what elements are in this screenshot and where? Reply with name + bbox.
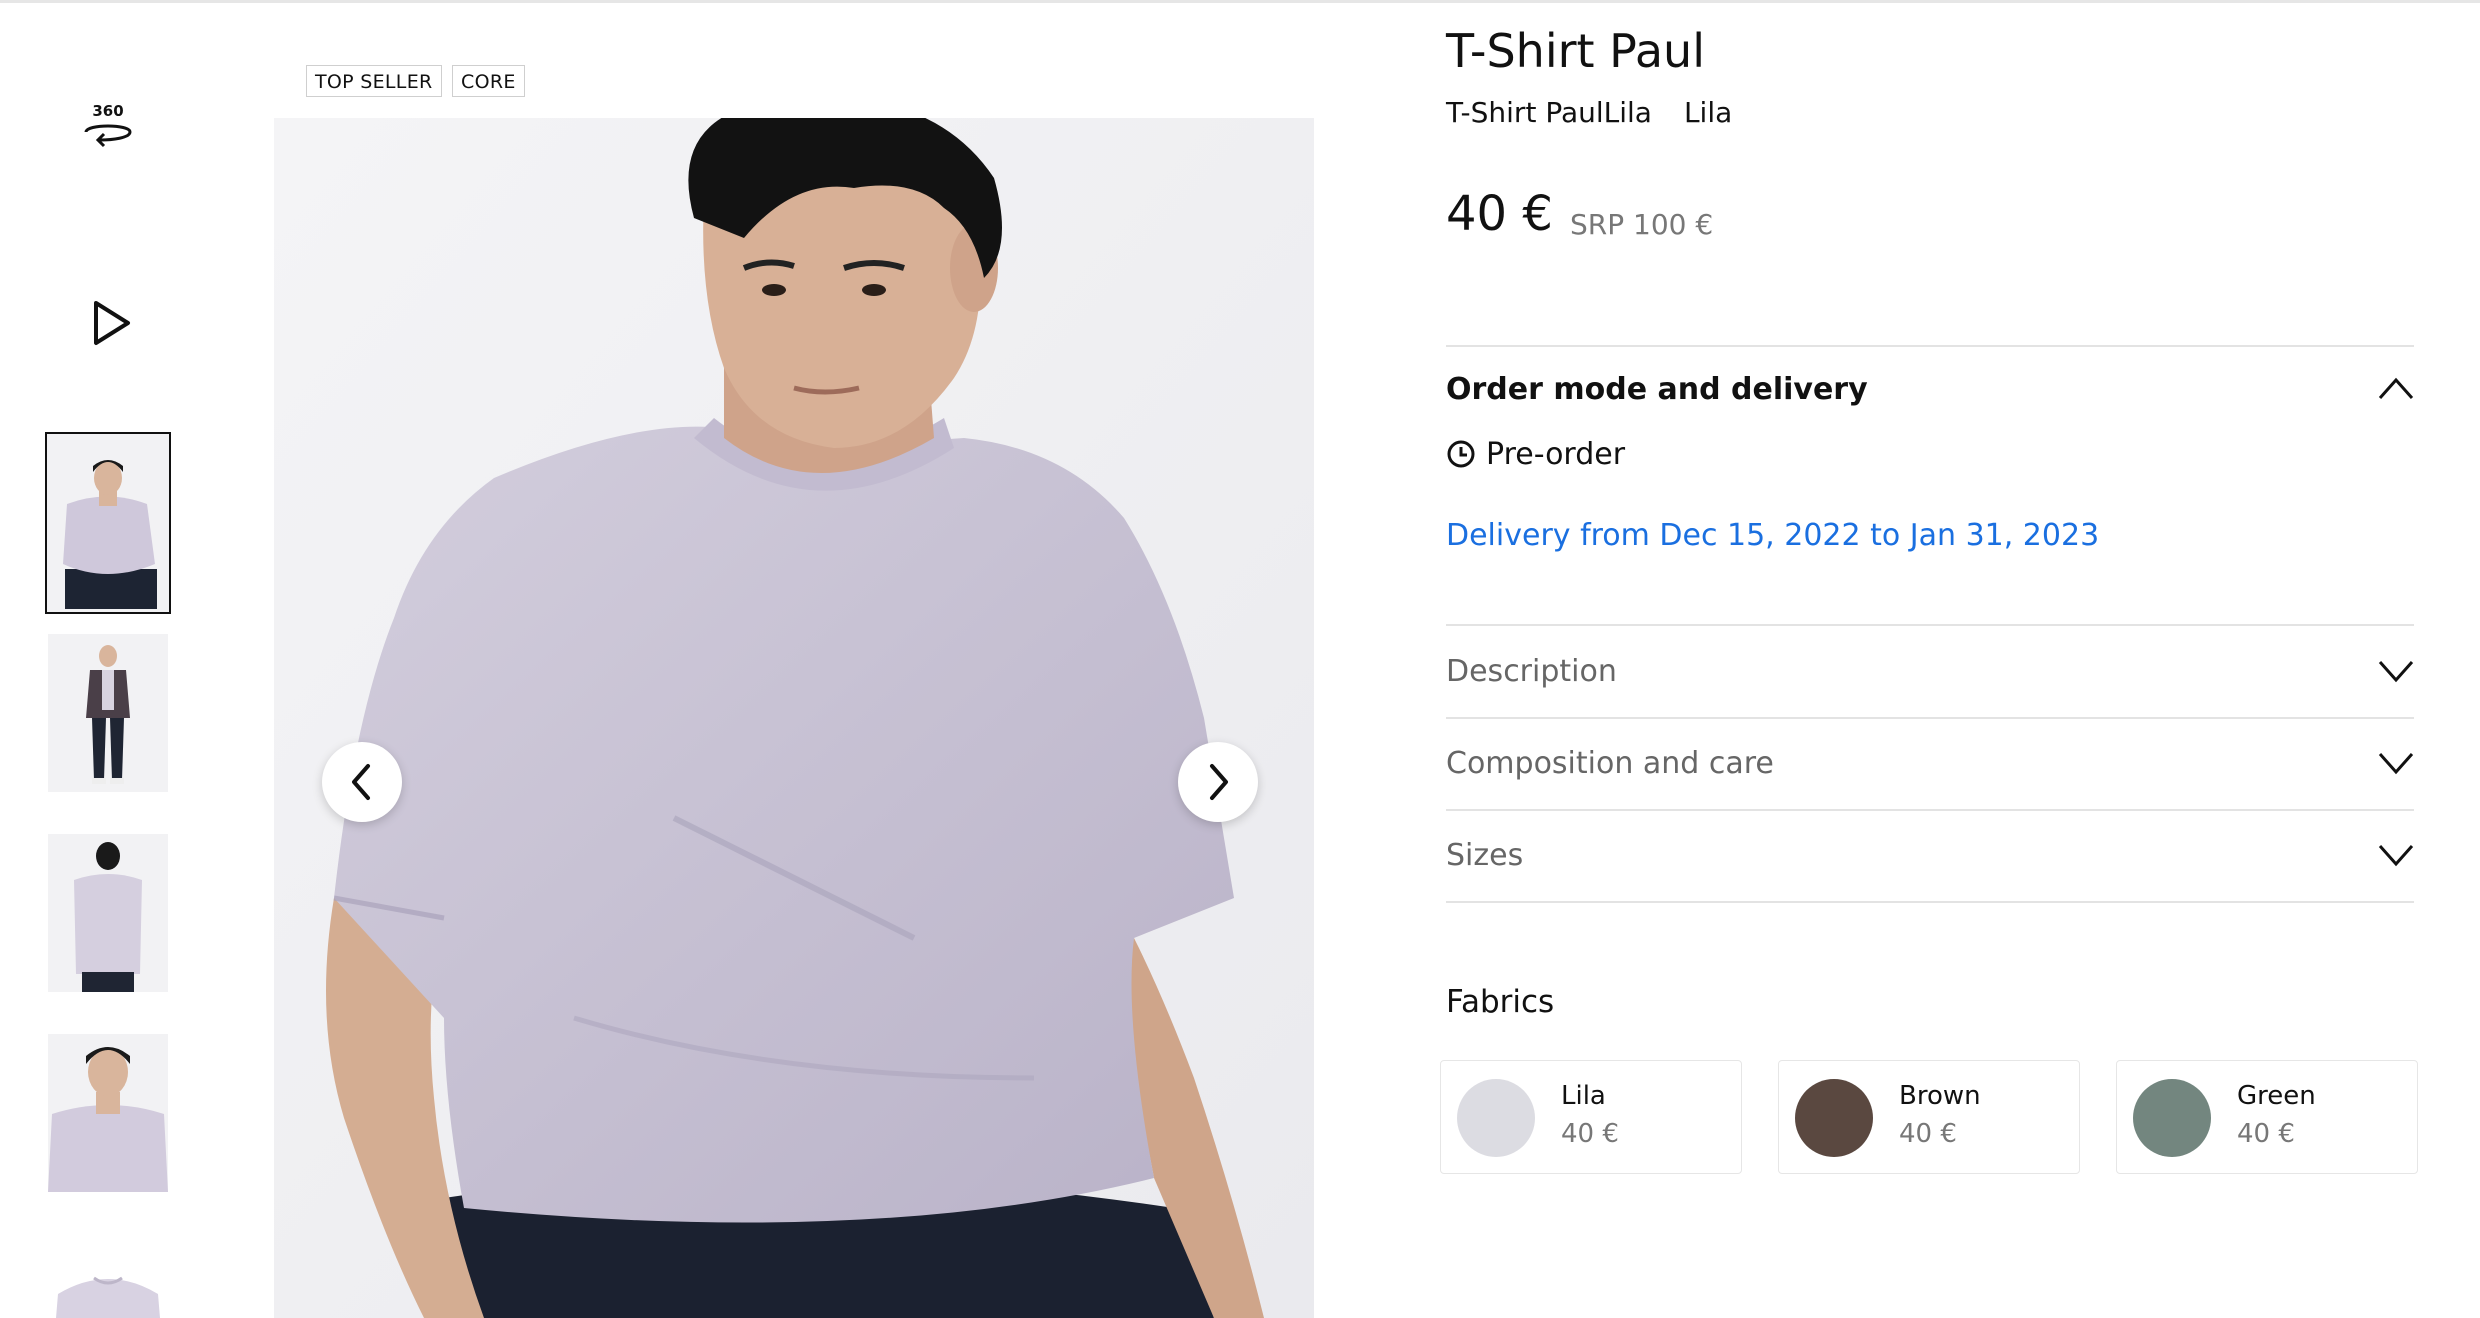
product-srp: SRP 100 € <box>1570 208 1714 241</box>
chevron-right-icon <box>1210 764 1228 800</box>
chevron-left-icon <box>352 764 370 800</box>
accordion-order-mode-title: Order mode and delivery <box>1446 372 1868 407</box>
product-subtitle-name: T-Shirt PaulLila <box>1446 96 1652 129</box>
badge-top-seller: TOP SELLER <box>306 65 442 97</box>
fabric-option-green[interactable]: Green 40 € <box>2116 1060 2418 1174</box>
accordion-composition-care-title: Composition and care <box>1446 746 1774 781</box>
fabric-price: 40 € <box>1561 1119 1619 1149</box>
fabric-swatch <box>1795 1079 1873 1157</box>
accordion-composition-care[interactable]: Composition and care <box>1446 738 2414 786</box>
divider <box>1446 809 2414 811</box>
play-video-button[interactable] <box>86 296 138 350</box>
product-subtitle-color: Lila <box>1683 96 1733 129</box>
order-mode: Pre-order <box>1446 434 1625 474</box>
chevron-down-icon <box>2378 661 2414 683</box>
accordion-sizes[interactable]: Sizes <box>1446 830 2414 878</box>
accordion-order-mode[interactable]: Order mode and delivery <box>1446 364 2414 412</box>
product-price: 40 € <box>1446 186 1553 242</box>
badge-core: CORE <box>452 65 525 97</box>
divider <box>1446 624 2414 626</box>
delivery-window-link[interactable]: Delivery from Dec 15, 2022 to Jan 31, 20… <box>1446 518 2099 553</box>
product-title: T-Shirt Paul <box>1446 24 1705 78</box>
accordion-description-title: Description <box>1446 654 1617 689</box>
view-360-button[interactable]: 360 <box>78 98 138 154</box>
thumbnail-1[interactable] <box>45 432 171 614</box>
chevron-down-icon <box>2378 753 2414 775</box>
fabric-name: Lila <box>1561 1081 1606 1111</box>
order-mode-label: Pre-order <box>1486 436 1626 472</box>
fabric-name: Brown <box>1899 1081 1981 1111</box>
play-icon <box>94 301 130 345</box>
fabric-swatch <box>2133 1079 2211 1157</box>
divider <box>1446 717 2414 719</box>
previous-image-button[interactable] <box>322 742 402 822</box>
next-image-button[interactable] <box>1178 742 1258 822</box>
divider <box>1446 345 2414 347</box>
thumbnail-2[interactable] <box>48 634 168 792</box>
product-photo-model <box>274 118 1314 1318</box>
thumbnail-image-closeup <box>48 1034 168 1192</box>
fabric-price: 40 € <box>1899 1119 1957 1149</box>
thumbnail-image-fullbody <box>48 634 168 792</box>
thumbnail-3[interactable] <box>48 834 168 992</box>
chevron-up-icon <box>2378 377 2414 399</box>
thumbnail-image-flatlay <box>48 1234 168 1318</box>
chevron-down-icon <box>2378 845 2414 867</box>
clock-icon <box>1447 440 1475 468</box>
accordion-sizes-title: Sizes <box>1446 838 1524 873</box>
thumbnail-4[interactable] <box>48 1034 168 1192</box>
fabric-price: 40 € <box>2237 1119 2295 1149</box>
thumbnail-image-back <box>48 834 168 992</box>
fabric-swatch <box>1457 1079 1535 1157</box>
thumbnail-image-front <box>47 434 169 612</box>
fabrics-heading: Fabrics <box>1446 984 1555 1020</box>
svg-text:360: 360 <box>92 102 123 120</box>
divider <box>1446 901 2414 903</box>
product-subtitle: T-Shirt PaulLila Lila <box>1446 96 1732 129</box>
main-product-image <box>274 118 1314 1318</box>
fabric-option-lila[interactable]: Lila 40 € <box>1440 1060 1742 1174</box>
fabric-name: Green <box>2237 1081 2316 1111</box>
rotate-360-icon: 360 <box>84 102 132 148</box>
fabric-option-brown[interactable]: Brown 40 € <box>1778 1060 2080 1174</box>
accordion-description[interactable]: Description <box>1446 646 2414 694</box>
thumbnail-5[interactable] <box>48 1234 168 1318</box>
top-divider <box>0 0 2480 3</box>
